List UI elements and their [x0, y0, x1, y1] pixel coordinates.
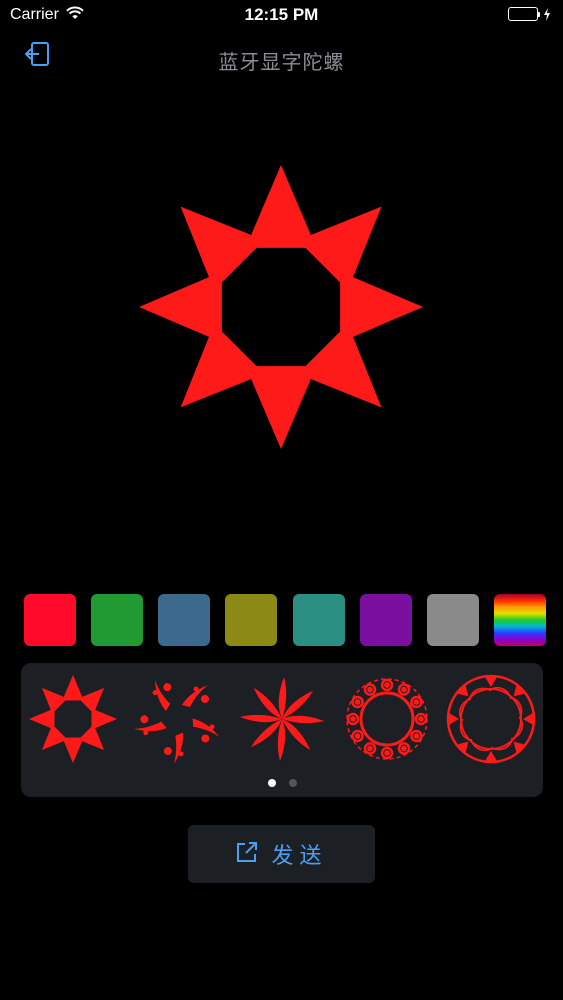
- color-swatch-purple[interactable]: [359, 594, 412, 646]
- status-time: 12:15 PM: [244, 5, 319, 24]
- pattern-octagon-star[interactable]: [27, 673, 119, 765]
- color-swatch-green[interactable]: [91, 594, 144, 646]
- page-dot-2[interactable]: [288, 779, 297, 787]
- pattern-preview: [136, 162, 426, 452]
- color-swatch-teal[interactable]: [292, 594, 345, 646]
- pattern-scroll-ring[interactable]: [341, 673, 433, 765]
- nav-bar: 蓝牙显字陀螺: [0, 30, 563, 84]
- send-button[interactable]: 发送: [188, 825, 375, 883]
- pattern-splash-spiral[interactable]: [132, 673, 224, 765]
- color-swatch-olive[interactable]: [225, 594, 278, 646]
- pattern-pinwheel[interactable]: [236, 673, 328, 765]
- color-swatch-steel-blue[interactable]: [158, 594, 211, 646]
- pattern-ornate-ring[interactable]: [445, 673, 537, 765]
- battery-icon: [508, 7, 551, 21]
- status-bar: Carrier 12:15 PM: [0, 0, 563, 30]
- color-swatch-red[interactable]: [24, 594, 76, 646]
- color-swatch-rainbow[interactable]: [493, 594, 546, 646]
- page-indicator[interactable]: [21, 779, 543, 787]
- share-icon: [235, 840, 259, 869]
- page-dot-1[interactable]: [267, 779, 276, 787]
- send-button-label: 发送: [271, 843, 328, 868]
- color-swatch-gray[interactable]: [426, 594, 479, 646]
- page-title: 蓝牙显字陀螺: [218, 52, 345, 74]
- color-swatch-row: [24, 594, 546, 646]
- pattern-picker: [21, 663, 543, 797]
